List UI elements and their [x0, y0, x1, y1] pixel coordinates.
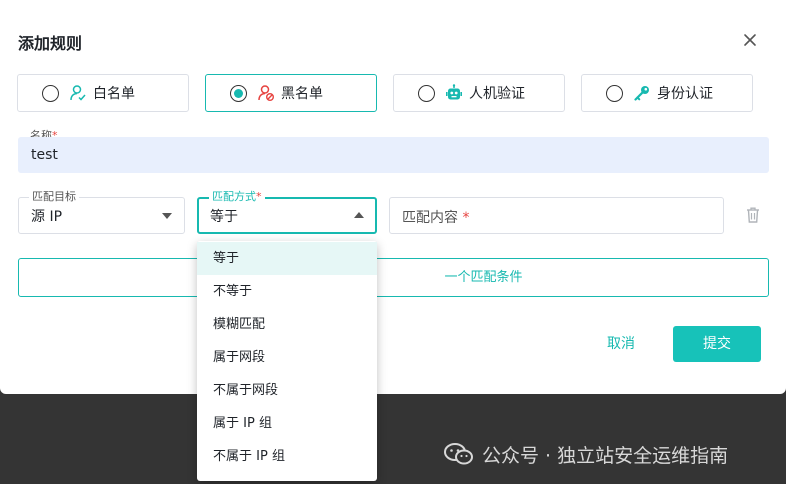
- caret-up-icon: [354, 212, 364, 218]
- rule-type-label: 人机验证: [469, 86, 525, 102]
- submit-button[interactable]: 提交: [673, 326, 761, 362]
- match-method-label: 匹配方式*: [209, 190, 265, 204]
- rule-type-whitelist[interactable]: 白名单: [17, 74, 189, 112]
- rule-type-label: 身份认证: [657, 86, 713, 102]
- caret-down-icon: [162, 213, 172, 219]
- match-content-input[interactable]: 匹配内容 *: [389, 197, 724, 234]
- cancel-button[interactable]: 取消: [596, 332, 646, 356]
- user-block-icon: [257, 84, 275, 102]
- radio-button[interactable]: [230, 84, 247, 102]
- watermark-text: 公众号 · 独立站安全运维指南: [482, 444, 729, 467]
- dropdown-option[interactable]: 不属于网段: [197, 374, 377, 407]
- dropdown-option[interactable]: 属于 IP 组: [197, 407, 377, 440]
- match-method-value: 等于: [210, 209, 238, 225]
- rule-type-auth[interactable]: 身份认证: [581, 74, 753, 112]
- close-icon[interactable]: [740, 30, 760, 50]
- match-target-select[interactable]: 匹配目标 源 IP: [18, 190, 185, 234]
- radio-button[interactable]: [418, 84, 435, 102]
- rule-type-captcha[interactable]: 人机验证: [393, 74, 565, 112]
- dropdown-option[interactable]: 属于网段: [197, 341, 377, 374]
- add-rule-dialog: 添加规则 白名单 黑名单 人机验证 身份认证 名称* test 匹配目标 源 I…: [0, 0, 786, 394]
- radio-button[interactable]: [606, 84, 623, 102]
- dropdown-option[interactable]: 不属于 IP 组: [197, 440, 377, 473]
- trash-icon[interactable]: [745, 206, 761, 224]
- user-check-icon: [69, 84, 87, 102]
- dropdown-option[interactable]: 模糊匹配: [197, 308, 377, 341]
- rule-type-label: 黑名单: [281, 86, 323, 102]
- wechat-icon: [444, 443, 473, 465]
- dropdown-option[interactable]: 等于: [197, 242, 377, 275]
- radio-dot: [234, 88, 243, 98]
- match-content-placeholder: 匹配内容 *: [402, 210, 470, 226]
- name-input[interactable]: [18, 137, 769, 173]
- dropdown-option[interactable]: 不等于: [197, 275, 377, 308]
- add-condition-button[interactable]: 一个匹配条件: [18, 258, 769, 297]
- key-icon: [633, 84, 651, 102]
- radio-button[interactable]: [42, 84, 59, 102]
- match-method-select[interactable]: 匹配方式* 等于: [197, 190, 377, 234]
- match-method-dropdown: 等于 不等于 模糊匹配 属于网段 不属于网段 属于 IP 组 不属于 IP 组: [197, 241, 377, 481]
- dialog-title: 添加规则: [18, 34, 83, 53]
- screen: 添加规则 白名单 黑名单 人机验证 身份认证 名称* test 匹配目标 源 I…: [0, 0, 786, 484]
- required-mark: *: [256, 190, 262, 203]
- match-target-value: 源 IP: [31, 209, 63, 225]
- watermark: 公众号 · 独立站安全运维指南: [444, 440, 728, 468]
- rule-type-blacklist[interactable]: 黑名单: [205, 74, 377, 112]
- robot-icon: [445, 84, 463, 102]
- match-target-label: 匹配目标: [29, 190, 79, 204]
- rule-type-label: 白名单: [93, 86, 135, 102]
